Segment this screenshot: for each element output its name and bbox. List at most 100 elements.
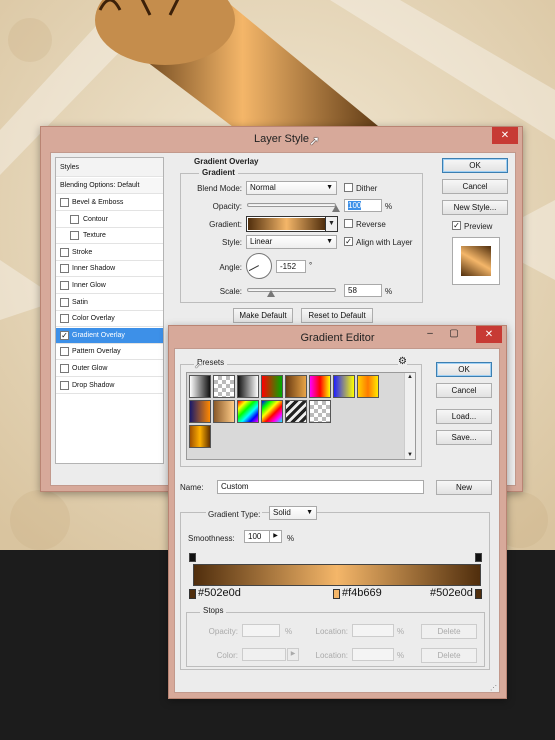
dither-checkbox[interactable] — [344, 183, 353, 192]
smoothness-arrow-icon[interactable]: ▶ — [269, 531, 281, 542]
preset-swatch[interactable] — [189, 375, 211, 398]
minimize-icon[interactable]: – — [420, 326, 440, 343]
layer-style-titlebar[interactable]: Layer Style ✕ — [41, 127, 522, 153]
smoothness-input[interactable]: 100 ▶ — [244, 530, 282, 543]
make-default-button[interactable]: Make Default — [233, 308, 293, 323]
presets-scrollbar[interactable]: ▲ ▼ — [404, 373, 415, 459]
style-checkbox[interactable] — [60, 297, 69, 307]
cancel-button[interactable]: Cancel — [442, 179, 508, 194]
style-item-bevel-emboss[interactable]: Bevel & Emboss — [56, 195, 163, 211]
style-checkbox[interactable] — [60, 247, 69, 257]
gradient-label: Gradient: — [209, 220, 242, 229]
style-checkbox[interactable] — [60, 281, 69, 290]
preset-swatch[interactable] — [189, 425, 211, 448]
color-stop-mid[interactable] — [333, 589, 340, 599]
style-select[interactable]: Linear ▼ — [246, 235, 337, 249]
style-item-drop-shadow[interactable]: Drop Shadow — [56, 378, 163, 394]
style-checkbox[interactable] — [60, 380, 69, 390]
blend-mode-select[interactable]: Normal ▼ — [246, 181, 337, 195]
preset-swatch[interactable] — [189, 400, 211, 423]
style-item-inner-glow[interactable]: Inner Glow — [56, 278, 163, 294]
editor-cancel-button[interactable]: Cancel — [436, 383, 492, 398]
preset-swatch[interactable] — [213, 400, 235, 423]
blending-options-item[interactable]: Blending Options: Default — [56, 178, 163, 194]
name-input[interactable]: Custom — [217, 480, 424, 494]
save-button[interactable]: Save... — [436, 430, 492, 445]
preset-swatch[interactable] — [285, 400, 307, 423]
color-delete-button[interactable]: Delete — [421, 648, 477, 663]
preset-swatch[interactable] — [213, 375, 235, 398]
scale-slider[interactable] — [247, 288, 336, 292]
gradient-type-select[interactable]: Solid ▼ — [269, 506, 317, 520]
style-item-pattern-overlay[interactable]: Pattern Overlay — [56, 344, 163, 361]
preset-swatch[interactable] — [285, 375, 307, 398]
style-item-stroke[interactable]: Stroke — [56, 245, 163, 261]
style-item-contour[interactable]: Contour — [56, 212, 163, 228]
style-checkbox[interactable] — [60, 264, 69, 274]
style-checkbox[interactable] — [60, 198, 69, 207]
scale-slider-thumb[interactable] — [266, 290, 275, 297]
preview-checkbox[interactable]: ✓ — [452, 221, 461, 230]
style-checkbox[interactable] — [60, 314, 69, 324]
style-item-outer-glow[interactable]: Outer Glow — [56, 361, 163, 377]
new-gradient-button[interactable]: New — [436, 480, 492, 495]
dither-label: Dither — [356, 184, 378, 193]
gradient-picker[interactable]: ▼ — [246, 216, 338, 232]
preset-swatch[interactable] — [357, 375, 379, 398]
stop-opacity-location-input[interactable] — [352, 624, 394, 637]
preset-swatch[interactable] — [261, 400, 283, 423]
angle-input[interactable]: -152 — [276, 260, 306, 273]
gradient-dropdown-button[interactable]: ▼ — [325, 217, 337, 231]
preset-swatch[interactable] — [309, 400, 331, 423]
gradient-ramp[interactable] — [193, 564, 481, 586]
stop-color-swatch[interactable] — [242, 648, 286, 661]
preset-swatch[interactable] — [309, 375, 331, 398]
ok-button[interactable]: OK — [442, 158, 508, 173]
blend-mode-label: Blend Mode: — [197, 184, 242, 193]
style-item-satin[interactable]: Satin — [56, 295, 163, 311]
style-checkbox[interactable] — [70, 214, 79, 224]
color-stop-left[interactable] — [189, 589, 196, 599]
opacity-unit: % — [385, 202, 393, 211]
preset-swatch[interactable] — [237, 400, 259, 423]
mouse-cursor-icon: ➚ — [194, 359, 204, 371]
color-stop-right[interactable] — [475, 589, 482, 599]
opacity-input[interactable]: 100 — [344, 199, 382, 212]
color-arrow-icon[interactable]: ▶ — [287, 648, 299, 661]
reverse-checkbox[interactable] — [344, 219, 353, 228]
style-item-gradient-overlay[interactable]: ✓ Gradient Overlay — [56, 327, 163, 344]
style-checkbox[interactable]: ✓ — [60, 330, 69, 340]
opacity-slider-thumb[interactable] — [332, 205, 340, 212]
close-icon[interactable]: ✕ — [492, 127, 518, 144]
style-checkbox[interactable] — [60, 347, 69, 357]
stop-color-location-input[interactable] — [352, 648, 394, 661]
preset-swatch[interactable] — [261, 375, 283, 398]
style-checkbox[interactable] — [70, 231, 79, 241]
style-checkbox[interactable] — [60, 364, 69, 373]
stop-opacity-input[interactable] — [242, 624, 280, 637]
scroll-up-icon[interactable]: ▲ — [407, 374, 413, 380]
opacity-stop-left[interactable] — [189, 553, 196, 562]
resize-grip-icon[interactable]: ⋰ — [490, 684, 497, 692]
style-item-color-overlay[interactable]: Color Overlay — [56, 311, 163, 328]
reset-default-button[interactable]: Reset to Default — [301, 308, 373, 323]
align-checkbox[interactable]: ✓ — [344, 237, 353, 246]
editor-ok-button[interactable]: OK — [436, 362, 492, 377]
scale-input[interactable]: 58 — [344, 284, 382, 297]
angle-dial[interactable] — [246, 253, 272, 279]
styles-header[interactable]: Styles — [56, 158, 163, 177]
close-icon[interactable]: ✕ — [476, 326, 502, 343]
style-item-texture[interactable]: Texture — [56, 228, 163, 245]
presets-gear-icon[interactable]: ⚙ — [398, 356, 407, 367]
style-item-inner-shadow[interactable]: Inner Shadow — [56, 261, 163, 278]
maximize-icon[interactable]: ▢ — [444, 326, 464, 343]
load-button[interactable]: Load... — [436, 409, 492, 424]
stop-opacity-location-label: Location: — [315, 627, 348, 636]
opacity-slider[interactable] — [247, 203, 336, 207]
preset-swatch[interactable] — [237, 375, 259, 398]
new-style-button[interactable]: New Style... — [442, 200, 508, 215]
scroll-down-icon[interactable]: ▼ — [407, 452, 413, 458]
opacity-stop-right[interactable] — [475, 553, 482, 562]
preset-swatch[interactable] — [333, 375, 355, 398]
opacity-delete-button[interactable]: Delete — [421, 624, 477, 639]
